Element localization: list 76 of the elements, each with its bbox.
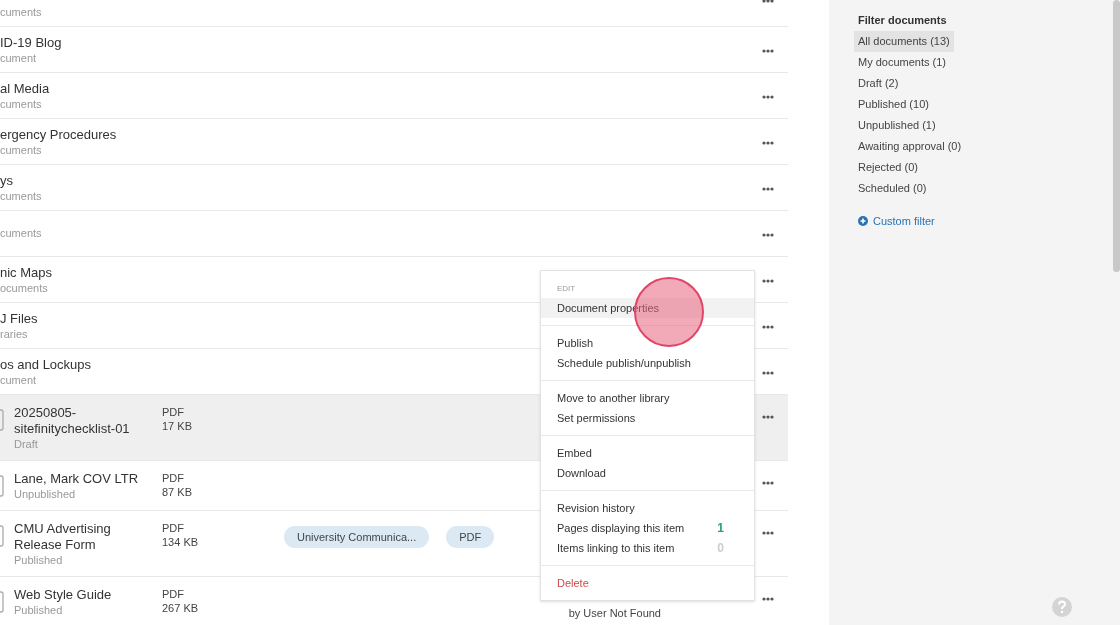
file-type: PDF: [162, 587, 184, 601]
file-size: 267 KB: [162, 601, 199, 615]
more-options-icon[interactable]: [762, 232, 774, 237]
menu-item[interactable]: Schedule publish/unpublish: [541, 353, 754, 373]
more-options-icon[interactable]: [762, 415, 774, 419]
file-type: PDF: [162, 405, 184, 419]
menu-item[interactable]: Download: [541, 463, 754, 483]
filter-item[interactable]: Rejected (0): [854, 156, 922, 178]
more-options-icon[interactable]: [762, 48, 774, 53]
more-options-icon[interactable]: [762, 186, 774, 191]
document-status: Draft: [14, 437, 38, 452]
scrollbar-thumb[interactable]: [1113, 0, 1120, 272]
more-options-icon[interactable]: [762, 481, 774, 485]
folder-subtitle: cuments: [0, 142, 42, 158]
tag[interactable]: PDF: [446, 526, 495, 548]
panel-title: Filter documents: [857, 13, 947, 28]
filter-item[interactable]: Draft (2): [854, 72, 903, 94]
document-title[interactable]: CMU Advertising Release Form: [14, 521, 162, 553]
filter-item[interactable]: Scheduled (0): [854, 177, 931, 199]
file-size: 87 KB: [162, 485, 192, 499]
filter-item[interactable]: Awaiting approval (0): [854, 135, 966, 157]
tag[interactable]: University Communica...: [284, 526, 430, 548]
menu-item[interactable]: Document properties: [541, 298, 754, 318]
menu-item[interactable]: Revision history: [541, 498, 754, 518]
file-type: PDF: [162, 521, 184, 535]
folder-subtitle: cument: [0, 50, 37, 66]
folder-subtitle: ocuments: [0, 280, 48, 296]
file-icon: [0, 591, 4, 613]
menu-item[interactable]: Delete: [541, 573, 754, 593]
file-size: 17 KB: [162, 419, 192, 433]
folder-subtitle: cuments: [0, 96, 42, 112]
folder-title[interactable]: nic Maps: [0, 263, 53, 281]
folder-title[interactable]: ID-19 Blog: [0, 33, 62, 51]
menu-heading: EDIT: [556, 283, 577, 295]
menu-item[interactable]: Pages displaying this item 1: [541, 518, 754, 538]
document-title[interactable]: Lane, Mark COV LTR: [14, 471, 162, 487]
file-icon: [0, 475, 4, 497]
document-title[interactable]: Web Style Guide: [14, 587, 162, 603]
filter-item[interactable]: My documents (1): [854, 51, 951, 73]
folder-subtitle: cuments: [0, 188, 42, 204]
more-options-icon[interactable]: [762, 324, 774, 329]
folder-title[interactable]: ergency Procedures: [0, 125, 117, 143]
more-options-icon[interactable]: [762, 531, 774, 535]
menu-item[interactable]: Move to another library: [541, 388, 754, 408]
folder-title[interactable]: os and Lockups: [0, 355, 92, 373]
folder-title[interactable]: ys: [0, 171, 13, 189]
more-options-icon[interactable]: [762, 278, 774, 283]
folder-title[interactable]: J Files: [0, 309, 38, 327]
filter-item[interactable]: Unpublished (1): [854, 114, 940, 136]
more-options-icon[interactable]: [762, 0, 774, 3]
count-label: 1: [717, 520, 724, 537]
more-options-icon[interactable]: [762, 94, 774, 99]
folder-subtitle: cument: [0, 372, 37, 388]
menu-item[interactable]: Embed: [541, 443, 754, 463]
document-status: Published: [14, 603, 63, 618]
document-status: Published: [14, 553, 63, 568]
file-size: 134 KB: [162, 535, 199, 549]
document-title[interactable]: 20250805-sitefinitychecklist-01: [14, 405, 162, 437]
filter-item[interactable]: All documents (13): [854, 30, 954, 52]
document-status: Unpublished: [14, 487, 76, 502]
file-icon: [0, 409, 4, 431]
folder-subtitle: cuments: [0, 226, 42, 241]
menu-item[interactable]: Publish: [541, 333, 754, 353]
menu-item[interactable]: Set permissions: [541, 408, 754, 428]
file-icon: [0, 525, 4, 547]
folder-title[interactable]: al Media: [0, 79, 50, 97]
folder-subtitle: cuments: [0, 5, 42, 20]
more-options-icon[interactable]: [762, 370, 774, 375]
custom-filter-link[interactable]: Custom filter: [854, 212, 935, 229]
filter-item[interactable]: Published (10): [854, 93, 933, 115]
more-options-icon[interactable]: [762, 140, 774, 145]
file-type: PDF: [162, 471, 184, 485]
plus-circle-icon: [858, 215, 868, 226]
owner-text: by User Not Found: [568, 607, 661, 620]
more-options-icon[interactable]: [762, 597, 774, 601]
folder-subtitle: raries: [0, 326, 28, 342]
